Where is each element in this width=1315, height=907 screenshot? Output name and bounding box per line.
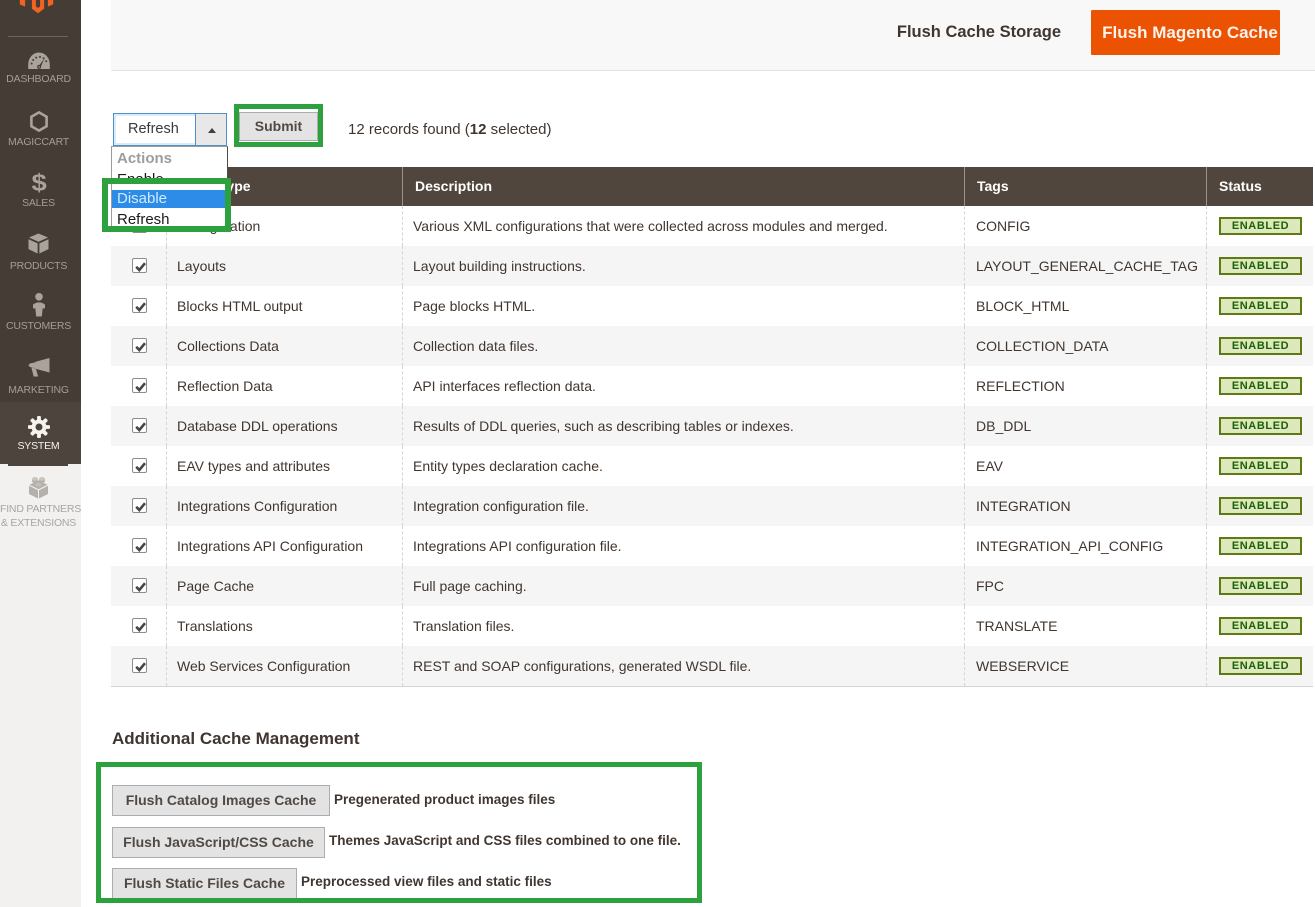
svg-text:$: $ — [31, 171, 47, 194]
